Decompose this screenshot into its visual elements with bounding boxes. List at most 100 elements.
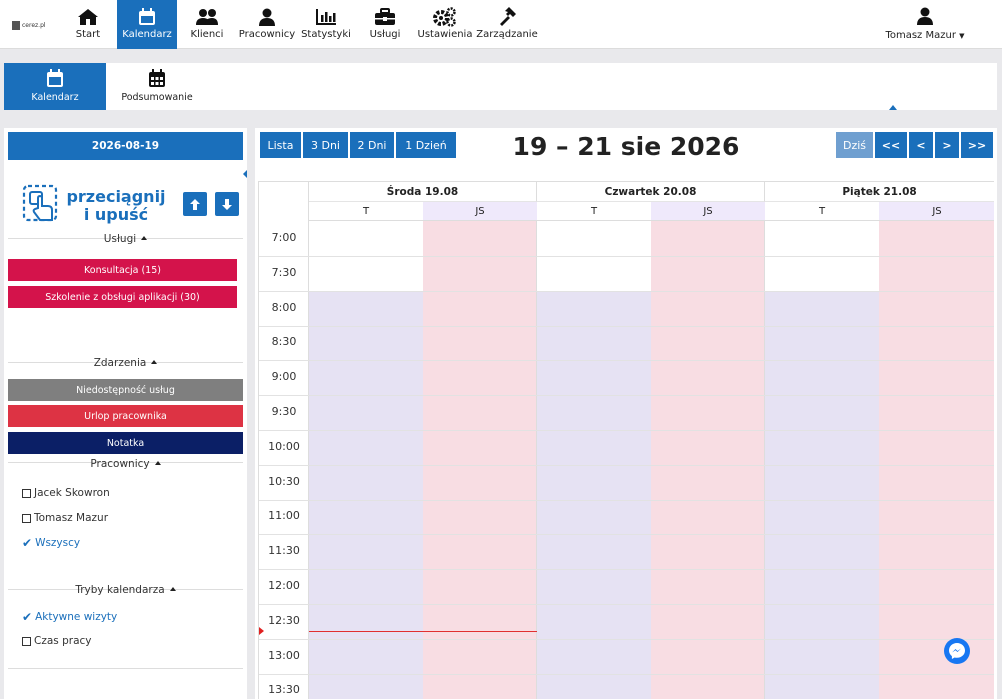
column-js[interactable]	[651, 221, 765, 699]
caret-up-icon	[151, 360, 158, 364]
day-header: Środa 19.08	[309, 182, 537, 202]
nav-ustawienia[interactable]: Ustawienia	[417, 0, 473, 49]
event-item-note[interactable]: Notatka	[8, 432, 243, 454]
move-up-button[interactable]	[183, 192, 207, 216]
view-2-days-button[interactable]: 2 Dni	[350, 132, 394, 158]
employee-header: JS	[651, 202, 765, 221]
logo-text: cerez.pl	[22, 21, 46, 29]
nav-pracownicy[interactable]: Pracownicy	[237, 0, 297, 49]
employees-section-toggle[interactable]: Pracownicy	[8, 458, 243, 470]
caret-up-icon	[169, 587, 176, 591]
employee-header: T	[309, 202, 423, 221]
time-slot-line	[259, 569, 994, 570]
time-slot-line	[259, 534, 994, 535]
closed-hours	[765, 291, 879, 699]
user-menu[interactable]: Tomasz Mazur ▼	[880, 0, 970, 49]
employee-header: JS	[423, 202, 537, 221]
prev-button[interactable]: <	[909, 132, 933, 158]
prev-week-button[interactable]: <<	[875, 132, 907, 158]
nav-statystyki[interactable]: Statystyki	[301, 0, 351, 49]
mode-active-visits[interactable]: ✔ Aktywne wizyty	[22, 610, 117, 624]
time-slot-line	[259, 500, 994, 501]
view-lista-button[interactable]: Lista	[260, 132, 301, 158]
view-3-days-button[interactable]: 3 Dni	[303, 132, 348, 158]
time-slot-line	[259, 674, 994, 675]
service-item[interactable]: Szkolenie z obsługi aplikacji (30)	[8, 286, 237, 308]
caret-up-icon	[154, 461, 161, 465]
calendar-icon	[47, 69, 63, 87]
time-label: 8:00	[271, 301, 297, 314]
time-label: 13:00	[268, 649, 300, 662]
event-item-unavailability[interactable]: Niedostępność usług	[8, 379, 243, 401]
logo-mark	[12, 20, 20, 30]
move-down-button[interactable]	[215, 192, 239, 216]
employee-filter-tomasz[interactable]: Tomasz Mazur	[22, 512, 108, 524]
sidebar: 2026-08-19 przeciągnij i upuść Usługi Ko…	[4, 128, 247, 699]
time-slot-line	[259, 639, 994, 640]
time-label: 12:00	[268, 579, 300, 592]
separator	[764, 182, 765, 699]
nav-start[interactable]: Start	[70, 0, 106, 49]
employee-filter-all[interactable]: ✔ Wszyscy	[22, 536, 80, 550]
sub-nav: Kalendarz Podsumowanie	[4, 63, 997, 110]
employee-header: T	[537, 202, 651, 221]
next-button[interactable]: >	[935, 132, 959, 158]
user-avatar-icon	[916, 7, 934, 27]
time-slot-line	[259, 291, 994, 292]
cogs-icon	[433, 7, 457, 27]
view-1-day-button[interactable]: 1 Dzień	[396, 132, 456, 158]
closed-hours	[309, 291, 423, 699]
column-js[interactable]	[879, 221, 994, 699]
nav-uslugi[interactable]: Usługi	[365, 0, 405, 49]
tab-kalendarz[interactable]: Kalendarz	[4, 63, 106, 110]
calendar-panel: 19 – 21 sie 2026 Lista 3 Dni 2 Dni 1 Dzi…	[255, 128, 997, 699]
time-label: 12:30	[268, 614, 300, 627]
briefcase-icon	[373, 7, 397, 27]
user-icon	[255, 7, 279, 27]
employee-header: T	[765, 202, 879, 221]
modes-section-toggle[interactable]: Tryby kalendarza	[8, 584, 243, 596]
column-js[interactable]	[423, 221, 537, 699]
event-item-leave[interactable]: Urlop pracownika	[8, 405, 243, 427]
day-header: Piątek 21.08	[765, 182, 994, 202]
employee-filter-jacek[interactable]: Jacek Skowron	[22, 487, 110, 499]
nav-klienci[interactable]: Klienci	[188, 0, 226, 49]
calendar-grid-icon	[149, 69, 165, 87]
services-section-toggle[interactable]: Usługi	[8, 233, 243, 245]
next-week-button[interactable]: >>	[961, 132, 993, 158]
panel-collapse-handle[interactable]	[243, 170, 247, 178]
time-slot-line	[259, 360, 994, 361]
nav-zarzadzanie[interactable]: Zarządzanie	[476, 0, 538, 49]
chart-icon	[314, 7, 338, 27]
time-slot-line	[259, 604, 994, 605]
arrow-up-icon	[190, 198, 200, 210]
caret-up-icon	[141, 236, 148, 240]
drag-drop-icon	[22, 184, 58, 222]
mode-work-time[interactable]: Czas pracy	[22, 635, 92, 647]
home-icon	[76, 7, 100, 27]
tab-podsumowanie[interactable]: Podsumowanie	[112, 63, 202, 110]
messenger-chat-button[interactable]	[944, 638, 970, 664]
time-label: 10:00	[268, 440, 300, 453]
service-item[interactable]: Konsultacja (15)	[8, 259, 237, 281]
nav-kalendarz[interactable]: Kalendarz	[117, 0, 177, 49]
current-time-line	[309, 631, 537, 632]
today-button[interactable]: Dziś	[836, 132, 873, 158]
time-slot-line	[259, 326, 994, 327]
arrow-down-icon	[222, 198, 232, 210]
users-icon	[195, 7, 219, 27]
events-section-toggle[interactable]: Zdarzenia	[8, 357, 243, 369]
time-label: 11:00	[268, 509, 300, 522]
date-picker-button[interactable]: 2026-08-19	[8, 132, 243, 160]
time-slot-line	[259, 395, 994, 396]
time-slot-line	[259, 465, 994, 466]
app-logo[interactable]: cerez.pl	[12, 18, 46, 32]
time-label: 11:30	[268, 544, 300, 557]
checkbox-icon	[22, 636, 31, 646]
time-label: 7:00	[271, 231, 297, 244]
separator	[536, 182, 537, 699]
user-name: Tomasz Mazur	[885, 30, 956, 41]
time-slot-line	[259, 256, 994, 257]
drag-drop-label: przeciągnij i upuść	[66, 187, 166, 224]
subnav-caret	[889, 105, 897, 110]
